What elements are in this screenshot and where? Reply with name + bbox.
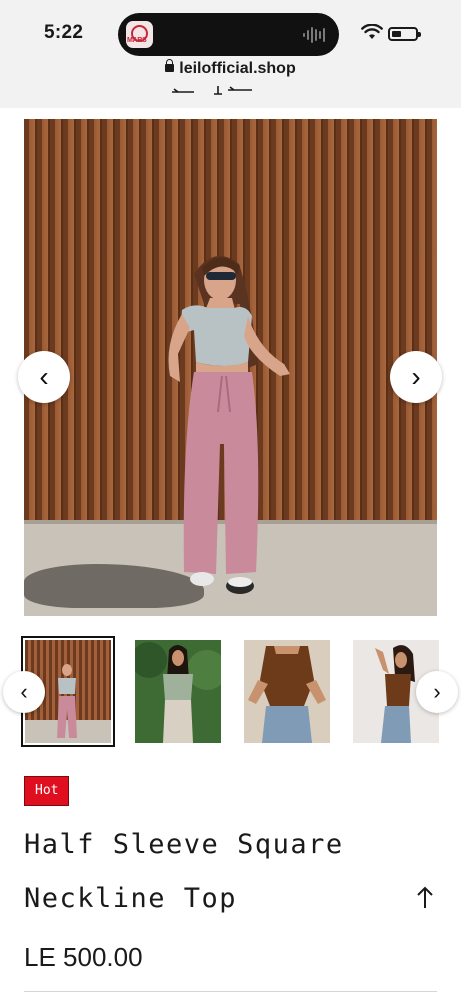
battery-icon — [388, 27, 421, 41]
chevron-right-icon: › — [411, 361, 421, 392]
product-title-line-2: Neckline Top — [24, 883, 238, 914]
hot-badge: Hot — [24, 776, 70, 806]
model-figure — [168, 256, 290, 594]
thumbnail-3[interactable] — [244, 640, 330, 743]
thumbnail-next-button[interactable]: › — [416, 671, 458, 713]
obscured-logo — [172, 86, 252, 95]
thumbnail-3-image — [248, 646, 326, 743]
audio-waveform-icon — [303, 27, 325, 43]
artwork-text: MARS — [127, 37, 147, 44]
arrow-up-icon[interactable] — [414, 884, 436, 912]
image-prev-button[interactable]: ‹ — [18, 351, 70, 403]
thumbnail-2[interactable] — [135, 640, 221, 743]
lock-icon — [165, 59, 175, 72]
chevron-right-icon: › — [433, 679, 441, 704]
dynamic-island[interactable]: MARS — [118, 13, 339, 56]
thumbnail-2-image — [135, 642, 221, 743]
chevron-left-icon: ‹ — [20, 679, 28, 704]
divider — [24, 991, 437, 992]
chevron-left-icon: ‹ — [39, 361, 49, 392]
thumbnail-prev-button[interactable]: ‹ — [3, 671, 45, 713]
browser-chrome: 5:22 MARS leilofficial.shop — [0, 0, 461, 108]
product-main-image[interactable] — [24, 119, 437, 616]
address-bar[interactable]: leilofficial.shop — [0, 59, 461, 78]
status-time: 5:22 — [44, 22, 84, 43]
now-playing-artwork: MARS — [126, 21, 153, 48]
product-title: Half Sleeve Square Neckline Top — [24, 818, 404, 926]
product-price: LE 500.00 — [24, 942, 143, 972]
url-text: leilofficial.shop — [179, 60, 296, 77]
wifi-icon — [361, 24, 383, 39]
image-next-button[interactable]: › — [390, 351, 442, 403]
thumbnail-strip — [0, 636, 461, 748]
product-title-line-1: Half Sleeve Square — [24, 829, 344, 860]
